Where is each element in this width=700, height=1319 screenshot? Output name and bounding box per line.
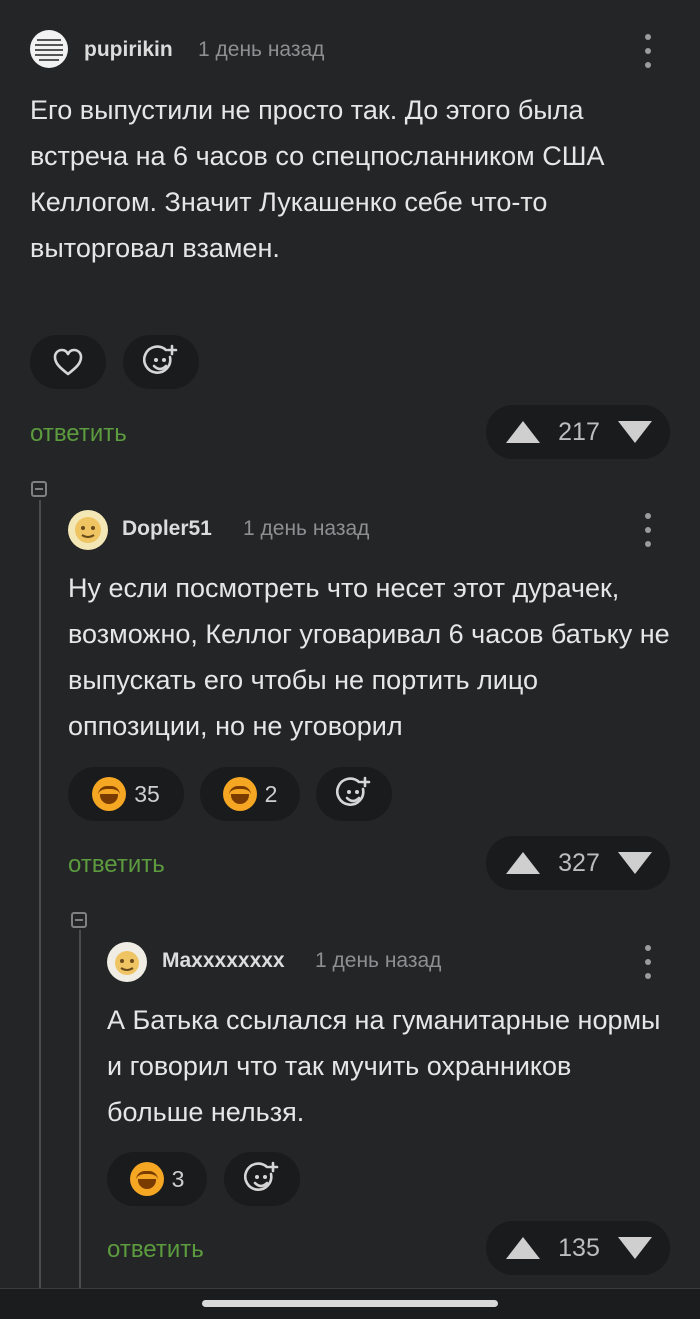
comment-text: Его выпустили не просто так. До этого бы… — [30, 95, 605, 263]
like-button[interactable] — [30, 335, 106, 389]
thread-line-level-2 — [79, 930, 81, 1288]
reaction-count: 35 — [134, 780, 160, 807]
vote-control: 135 — [486, 1221, 670, 1275]
laugh-tears-emoji-icon — [92, 777, 127, 811]
grin-emoji-icon — [222, 777, 257, 811]
collapse-thread-button[interactable] — [71, 912, 87, 928]
home-indicator[interactable] — [202, 1300, 498, 1307]
reaction-count: 3 — [171, 1165, 185, 1192]
comment-time: 1 день назад — [243, 517, 370, 540]
avatar[interactable] — [107, 942, 147, 982]
thread-line-level-1 — [39, 500, 41, 1288]
add-emoji-icon — [143, 344, 178, 374]
avatar[interactable] — [68, 510, 108, 550]
upvote-arrow-icon[interactable] — [506, 1237, 540, 1259]
vote-score: 135 — [558, 1233, 600, 1262]
heart-icon — [53, 348, 83, 376]
comment-text: А Батька ссылался на гуманитарные нормы … — [107, 1005, 661, 1127]
vote-control: 217 — [486, 405, 670, 459]
reaction-button[interactable]: 2 — [200, 767, 300, 821]
comment-author[interactable]: Maxxxxxxxx — [162, 949, 285, 973]
comment-time: 1 день назад — [198, 38, 325, 61]
downvote-arrow-icon[interactable] — [618, 852, 652, 874]
comment-time: 1 день назад — [315, 949, 442, 972]
add-emoji-icon — [336, 776, 371, 806]
reaction-button[interactable]: 3 — [107, 1152, 207, 1206]
comment-author[interactable]: Dopler51 — [122, 517, 212, 541]
comment-author[interactable]: pupirikin — [84, 38, 173, 62]
add-reaction-button[interactable] — [123, 335, 199, 389]
vote-score: 217 — [558, 417, 600, 446]
add-emoji-icon — [244, 1161, 279, 1191]
collapse-thread-button[interactable] — [31, 481, 47, 497]
downvote-arrow-icon[interactable] — [618, 421, 652, 443]
reaction-count: 2 — [264, 780, 278, 807]
reply-link[interactable]: ответить — [30, 420, 127, 448]
comment-text: Ну если посмотреть что несет этот дураче… — [68, 573, 670, 741]
reply-link[interactable]: ответить — [107, 1236, 204, 1264]
downvote-arrow-icon[interactable] — [618, 1237, 652, 1259]
more-options-icon[interactable] — [643, 945, 653, 979]
upvote-arrow-icon[interactable] — [506, 421, 540, 443]
vote-score: 327 — [558, 848, 600, 877]
add-reaction-button[interactable] — [224, 1152, 300, 1206]
more-options-icon[interactable] — [643, 34, 653, 68]
vote-control: 327 — [486, 836, 670, 890]
reaction-button[interactable]: 35 — [68, 767, 184, 821]
upvote-arrow-icon[interactable] — [506, 852, 540, 874]
grin-emoji-icon — [129, 1162, 164, 1196]
more-options-icon[interactable] — [643, 513, 653, 547]
avatar[interactable] — [30, 30, 68, 68]
add-reaction-button[interactable] — [316, 767, 392, 821]
reply-link[interactable]: ответить — [68, 851, 165, 879]
